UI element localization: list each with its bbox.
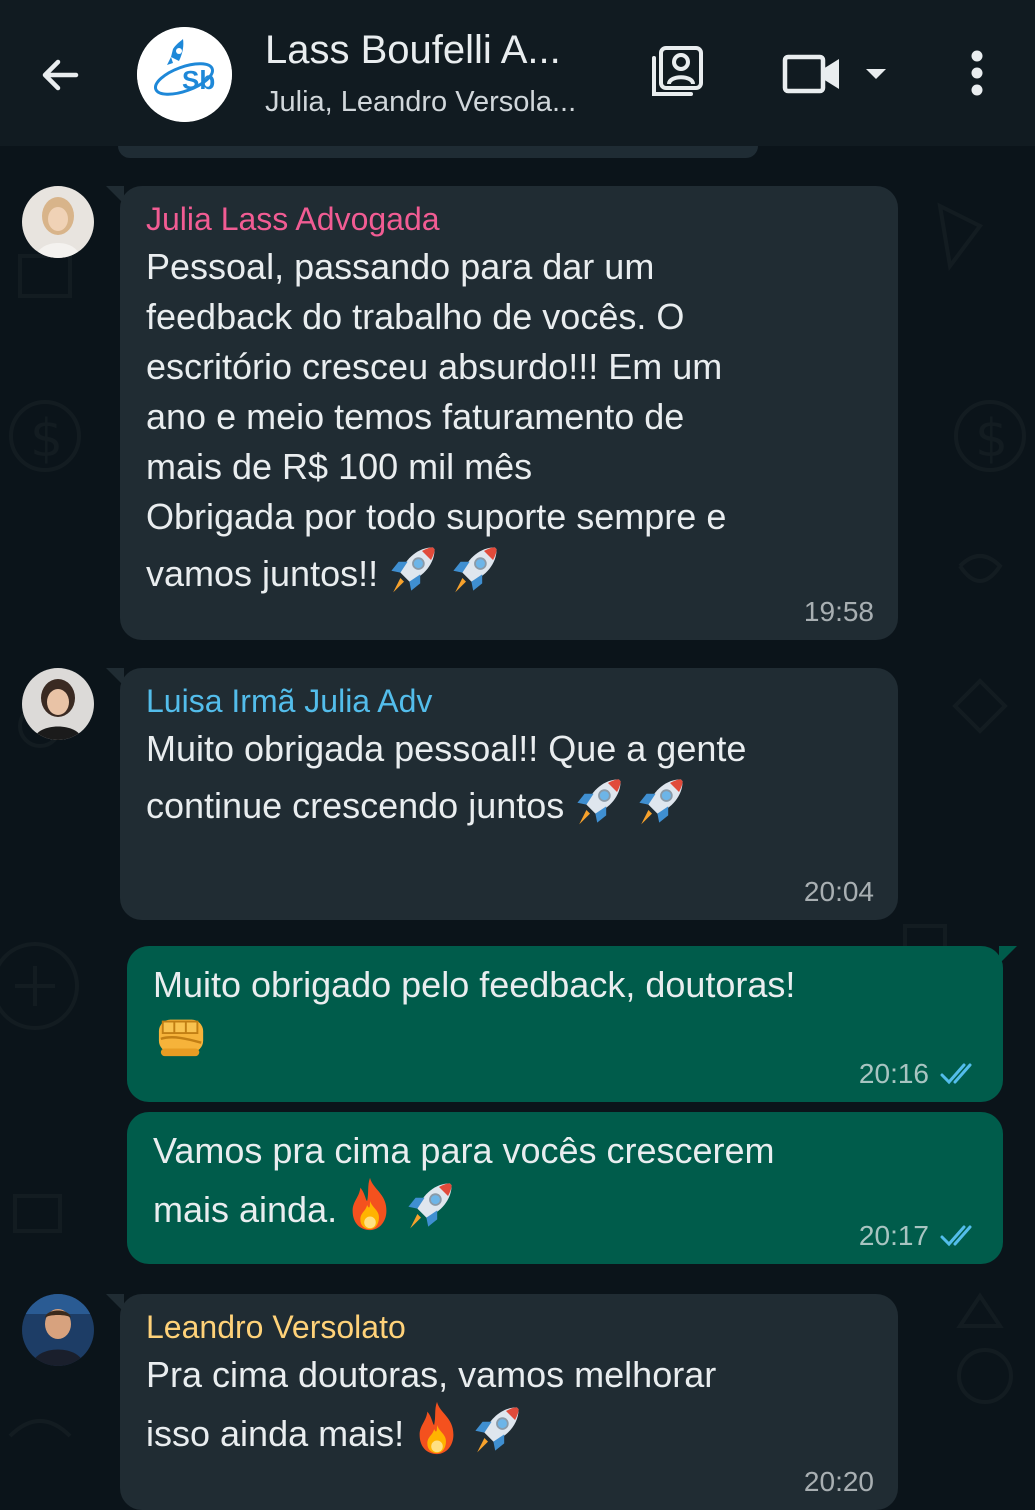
message-time: 20:04 bbox=[803, 876, 874, 907]
fire-emoji bbox=[412, 1400, 462, 1456]
message-text: Pra cima doutoras, vamos melhorar isso a… bbox=[146, 1354, 717, 1456]
message-time: 19:58 bbox=[803, 596, 874, 627]
message-time: 20:17 bbox=[858, 1220, 929, 1251]
avatar-leandro[interactable] bbox=[22, 1294, 94, 1366]
video-call-icon bbox=[782, 54, 839, 94]
group-avatar[interactable]: Sb bbox=[137, 27, 232, 122]
message-text: Pessoal, passando para dar um feedback d… bbox=[146, 246, 727, 596]
fire-emoji bbox=[345, 1176, 395, 1232]
chat-title[interactable]: Lass Boufelli A... bbox=[265, 28, 635, 73]
read-receipt-icon bbox=[939, 1061, 979, 1087]
message-list[interactable]: $ $ Julia Lass Advogada Pessoal, passand… bbox=[0, 146, 1035, 1510]
svg-text:$: $ bbox=[30, 409, 63, 469]
rocket-emoji bbox=[634, 774, 688, 828]
more-options-button[interactable] bbox=[950, 40, 1004, 106]
contact-card-icon bbox=[652, 46, 703, 96]
message-time: 20:16 bbox=[858, 1058, 929, 1089]
sender-name[interactable]: Leandro Versolato bbox=[146, 1308, 872, 1346]
message-bubble-incoming[interactable]: Julia Lass Advogada Pessoal, passando pa… bbox=[106, 186, 898, 640]
video-call-button[interactable] bbox=[778, 44, 894, 104]
message-time: 20:20 bbox=[803, 1466, 874, 1497]
svg-text:Sb: Sb bbox=[182, 65, 215, 95]
rocket-emoji bbox=[386, 542, 440, 596]
rocket-emoji bbox=[572, 774, 626, 828]
sender-name[interactable]: Luisa Irmã Julia Adv bbox=[146, 682, 872, 720]
message-meta: 20:16 bbox=[859, 1058, 979, 1090]
group-logo-icon: Sb bbox=[137, 27, 232, 122]
sender-name[interactable]: Julia Lass Advogada bbox=[146, 200, 872, 238]
back-button[interactable] bbox=[30, 45, 90, 105]
message-text: Muito obrigado pelo feedback, doutoras! bbox=[153, 960, 977, 1063]
chat-screen: Sb Lass Boufelli A... Julia, Leandro Ver… bbox=[0, 0, 1035, 1510]
message-text: Muito obrigada pessoal!! Que a gente con… bbox=[146, 728, 747, 828]
previous-message-edge bbox=[118, 146, 758, 158]
contact-card-button[interactable] bbox=[645, 40, 709, 104]
fist-emoji bbox=[153, 1010, 211, 1060]
rocket-emoji bbox=[403, 1178, 457, 1232]
message-bubble-outgoing[interactable]: Muito obrigado pelo feedback, doutoras! … bbox=[127, 946, 1017, 1102]
message-meta: 20:20 bbox=[804, 1466, 874, 1498]
chat-participants[interactable]: Julia, Leandro Versola... bbox=[265, 86, 635, 119]
message-meta: 20:17 bbox=[859, 1220, 979, 1252]
back-arrow-icon bbox=[42, 59, 79, 91]
message-bubble-outgoing[interactable]: Vamos pra cima para vocês crescerem mais… bbox=[127, 1112, 1003, 1264]
read-receipt-icon bbox=[939, 1223, 979, 1249]
message-bubble-incoming[interactable]: Luisa Irmã Julia Adv Muito obrigada pess… bbox=[106, 668, 898, 920]
svg-text:$: $ bbox=[975, 409, 1008, 469]
dropdown-caret-icon bbox=[866, 69, 886, 79]
message-text: Vamos pra cima para vocês crescerem mais… bbox=[153, 1130, 775, 1232]
rocket-emoji bbox=[448, 542, 502, 596]
more-options-icon bbox=[971, 50, 983, 96]
message-bubble-incoming[interactable]: Leandro Versolato Pra cima doutoras, vam… bbox=[106, 1294, 898, 1510]
chat-header: Sb Lass Boufelli A... Julia, Leandro Ver… bbox=[0, 0, 1035, 146]
message-meta: 20:04 bbox=[804, 876, 874, 908]
avatar-julia[interactable] bbox=[22, 186, 94, 258]
message-meta: 19:58 bbox=[804, 596, 874, 628]
rocket-emoji bbox=[470, 1402, 524, 1456]
avatar-luisa[interactable] bbox=[22, 668, 94, 740]
